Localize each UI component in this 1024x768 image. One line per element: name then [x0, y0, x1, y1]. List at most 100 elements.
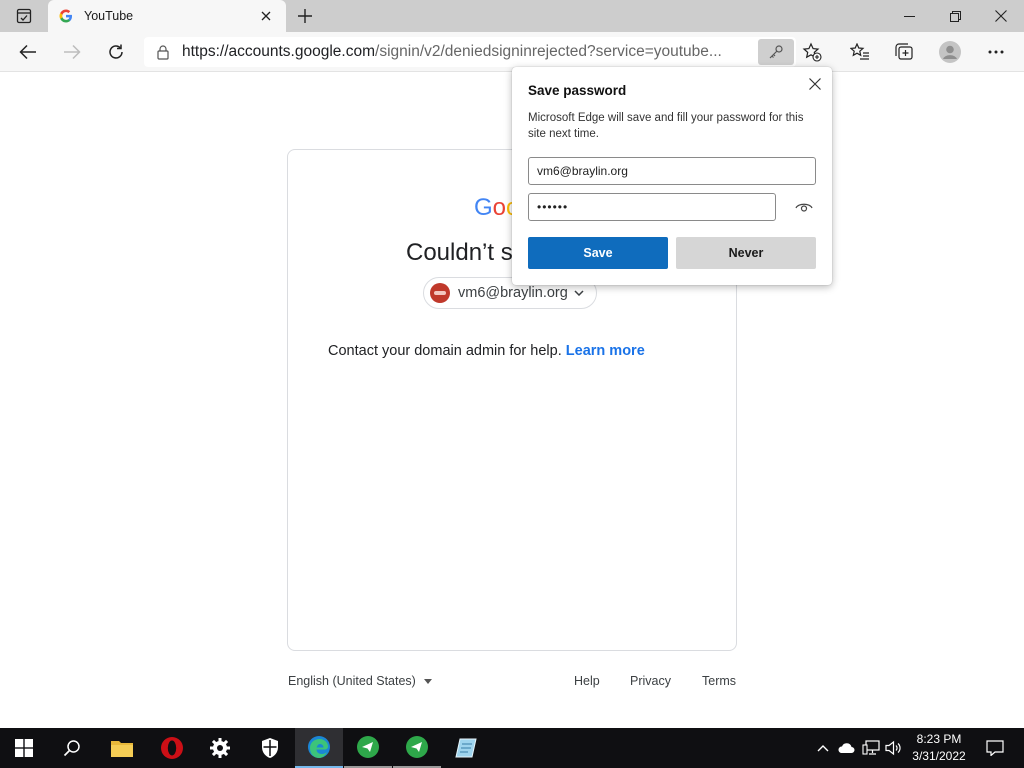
search-button[interactable]	[48, 728, 96, 768]
taskbar-settings[interactable]	[196, 728, 244, 768]
start-button[interactable]	[0, 728, 48, 768]
search-icon	[63, 740, 80, 757]
address-bar[interactable]: https://accounts.google.com/signin/v2/de…	[144, 37, 796, 67]
footer-help-link[interactable]: Help	[574, 674, 600, 688]
google-favicon-icon	[58, 8, 74, 24]
restore-button[interactable]	[932, 0, 978, 32]
url-text: https://accounts.google.com/signin/v2/de…	[182, 43, 758, 61]
opera-icon	[161, 737, 183, 759]
tab-title: YouTube	[84, 9, 134, 23]
close-icon	[995, 10, 1007, 22]
tab-strip: YouTube	[0, 0, 1024, 32]
eye-icon	[795, 203, 813, 212]
chevron-up-icon	[817, 745, 829, 752]
tab-close-button[interactable]	[256, 6, 276, 26]
paper-plane-icon	[357, 736, 379, 758]
caret-down-icon	[423, 678, 432, 684]
url-path: /signin/v2/deniedsigninrejected?service=…	[375, 43, 722, 60]
dialog-description: Microsoft Edge will save and fill your p…	[528, 112, 804, 140]
username-field[interactable]: vm6@braylin.org	[528, 157, 816, 185]
tab-actions-icon	[16, 8, 32, 24]
new-tab-button[interactable]	[293, 6, 317, 26]
edge-icon	[308, 736, 330, 758]
close-icon	[809, 78, 821, 90]
language-selector[interactable]: English (United States)	[288, 674, 432, 688]
language-label: English (United States)	[288, 674, 416, 688]
taskbar-app-1[interactable]	[344, 728, 392, 768]
notepad-icon	[455, 738, 477, 758]
taskbar-security[interactable]	[246, 728, 294, 768]
browser-toolbar: https://accounts.google.com/signin/v2/de…	[0, 32, 1024, 72]
add-favorite-button[interactable]	[796, 36, 828, 68]
taskbar-file-explorer[interactable]	[98, 728, 146, 768]
account-email: vm6@braylin.org	[458, 285, 568, 301]
taskbar-opera[interactable]	[148, 728, 196, 768]
page-heading: Couldn’t s	[406, 239, 513, 266]
chevron-down-icon	[574, 290, 584, 296]
favorites-list-icon	[850, 43, 869, 60]
url-host: https://accounts.google.com	[182, 43, 376, 60]
footer-terms-link[interactable]: Terms	[702, 674, 736, 688]
password-key-button[interactable]	[758, 39, 794, 65]
back-button[interactable]	[12, 36, 44, 68]
onedrive-tray-button[interactable]	[836, 738, 856, 758]
restore-icon	[949, 10, 961, 22]
avatar-icon	[939, 41, 961, 63]
refresh-icon	[109, 44, 123, 59]
collections-button[interactable]	[888, 36, 920, 68]
collections-icon	[895, 43, 913, 60]
dialog-close-button[interactable]	[804, 73, 826, 95]
network-icon	[862, 740, 880, 755]
arrow-right-icon	[64, 44, 81, 60]
more-horizontal-icon	[988, 50, 1004, 54]
show-hidden-icons-button[interactable]	[813, 738, 833, 758]
save-button[interactable]: Save	[528, 237, 668, 269]
dialog-title: Save password	[528, 83, 627, 98]
clock-time: 8:23 PM	[916, 732, 962, 746]
tab-youtube[interactable]: YouTube	[48, 0, 286, 32]
learn-more-link[interactable]: Learn more	[566, 343, 645, 359]
taskbar-app-2[interactable]	[393, 728, 441, 768]
paper-plane-icon	[406, 736, 428, 758]
show-password-button[interactable]	[792, 197, 816, 217]
folder-icon	[111, 741, 133, 757]
plus-icon	[298, 9, 312, 23]
windows-logo-icon	[15, 739, 33, 757]
action-center-button[interactable]	[976, 728, 1014, 768]
close-window-button[interactable]	[978, 0, 1024, 32]
tab-actions-button[interactable]	[8, 6, 40, 26]
forward-button[interactable]	[56, 36, 88, 68]
star-add-icon	[802, 42, 822, 62]
favorites-button[interactable]	[844, 36, 876, 68]
arrow-left-icon	[19, 44, 36, 60]
account-avatar	[430, 283, 450, 303]
taskbar-app-3[interactable]	[442, 728, 490, 768]
close-icon	[261, 11, 271, 21]
cloud-icon	[838, 743, 855, 753]
password-field[interactable]: ••••••	[528, 193, 776, 221]
key-icon	[769, 45, 783, 59]
clock-date: 3/31/2022	[912, 749, 966, 763]
minimize-button[interactable]	[886, 0, 932, 32]
help-line: Contact your domain admin for help. Lear…	[328, 343, 645, 359]
refresh-button[interactable]	[100, 36, 132, 68]
never-button[interactable]: Never	[676, 237, 816, 269]
logo-letter-1: G	[474, 194, 493, 221]
minimize-icon	[903, 15, 915, 17]
network-tray-button[interactable]	[861, 738, 881, 758]
shield-icon	[262, 738, 278, 758]
gear-icon	[210, 738, 230, 758]
logo-letter-2: o	[492, 194, 507, 221]
lock-icon[interactable]	[144, 44, 182, 60]
settings-more-button[interactable]	[980, 36, 1012, 68]
notification-icon	[986, 740, 1004, 756]
volume-tray-button[interactable]	[884, 738, 904, 758]
taskbar-edge[interactable]	[295, 728, 343, 768]
speaker-icon	[885, 740, 901, 756]
help-text: Contact your domain admin for help.	[328, 343, 562, 359]
save-password-dialog: Save password Microsoft Edge will save a…	[512, 67, 832, 285]
taskbar: 8:23 PM 3/31/2022	[0, 728, 1024, 768]
footer-privacy-link[interactable]: Privacy	[630, 674, 671, 688]
profile-button[interactable]	[934, 36, 966, 68]
taskbar-clock[interactable]: 8:23 PM 3/31/2022	[908, 731, 970, 765]
